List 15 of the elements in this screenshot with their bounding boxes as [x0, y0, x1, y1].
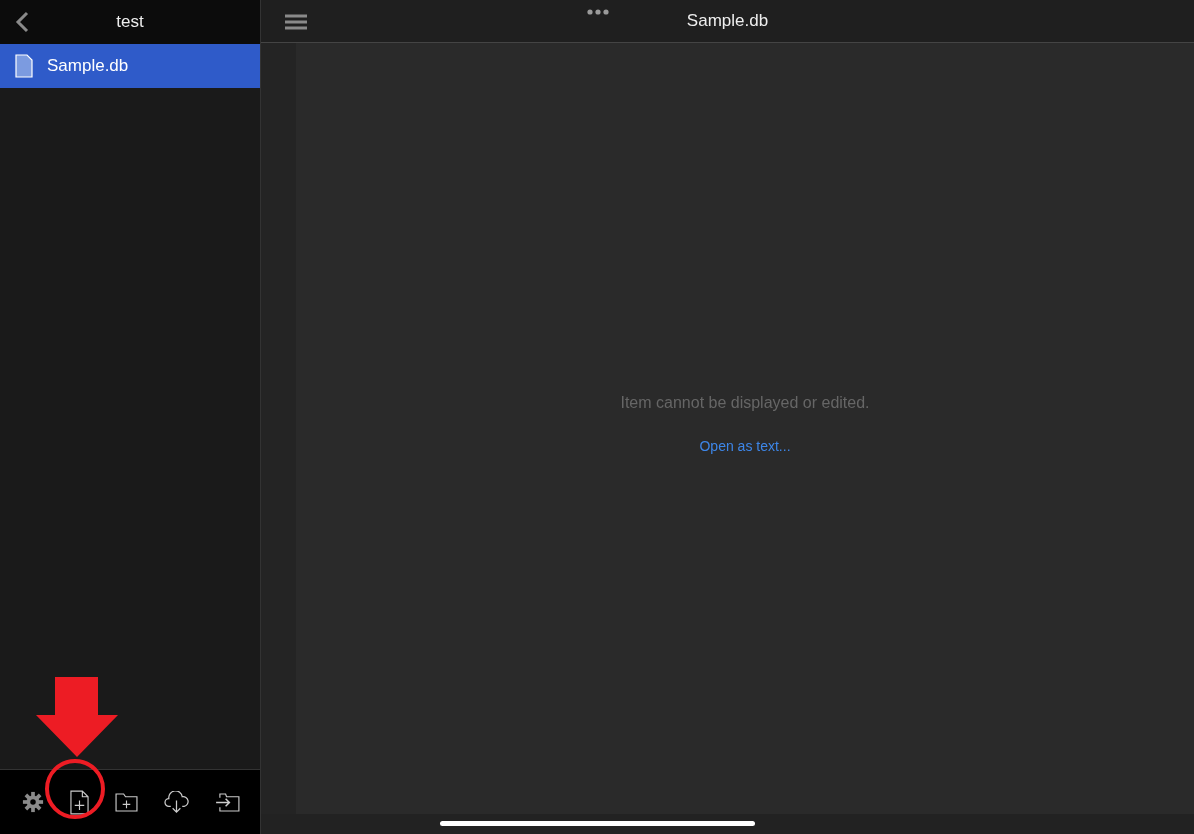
document-title: Sample.db	[686, 11, 769, 31]
folder-title: test	[116, 12, 144, 32]
new-folder-icon[interactable]	[115, 792, 138, 812]
status-message: Item cannot be displayed or edited.	[620, 393, 870, 412]
annotation-circle	[45, 759, 105, 819]
new-file-icon[interactable]	[70, 789, 89, 815]
back-icon[interactable]	[15, 11, 29, 33]
settings-icon[interactable]	[22, 791, 44, 813]
menu-icon[interactable]	[285, 14, 307, 30]
open-as-text-link[interactable]: Open as text...	[699, 437, 791, 454]
move-to-folder-icon[interactable]	[215, 792, 240, 812]
file-item[interactable]: Sample.db	[0, 44, 260, 88]
more-icon[interactable]	[587, 9, 609, 15]
document-icon	[15, 54, 33, 78]
cloud-download-icon[interactable]	[164, 790, 189, 814]
